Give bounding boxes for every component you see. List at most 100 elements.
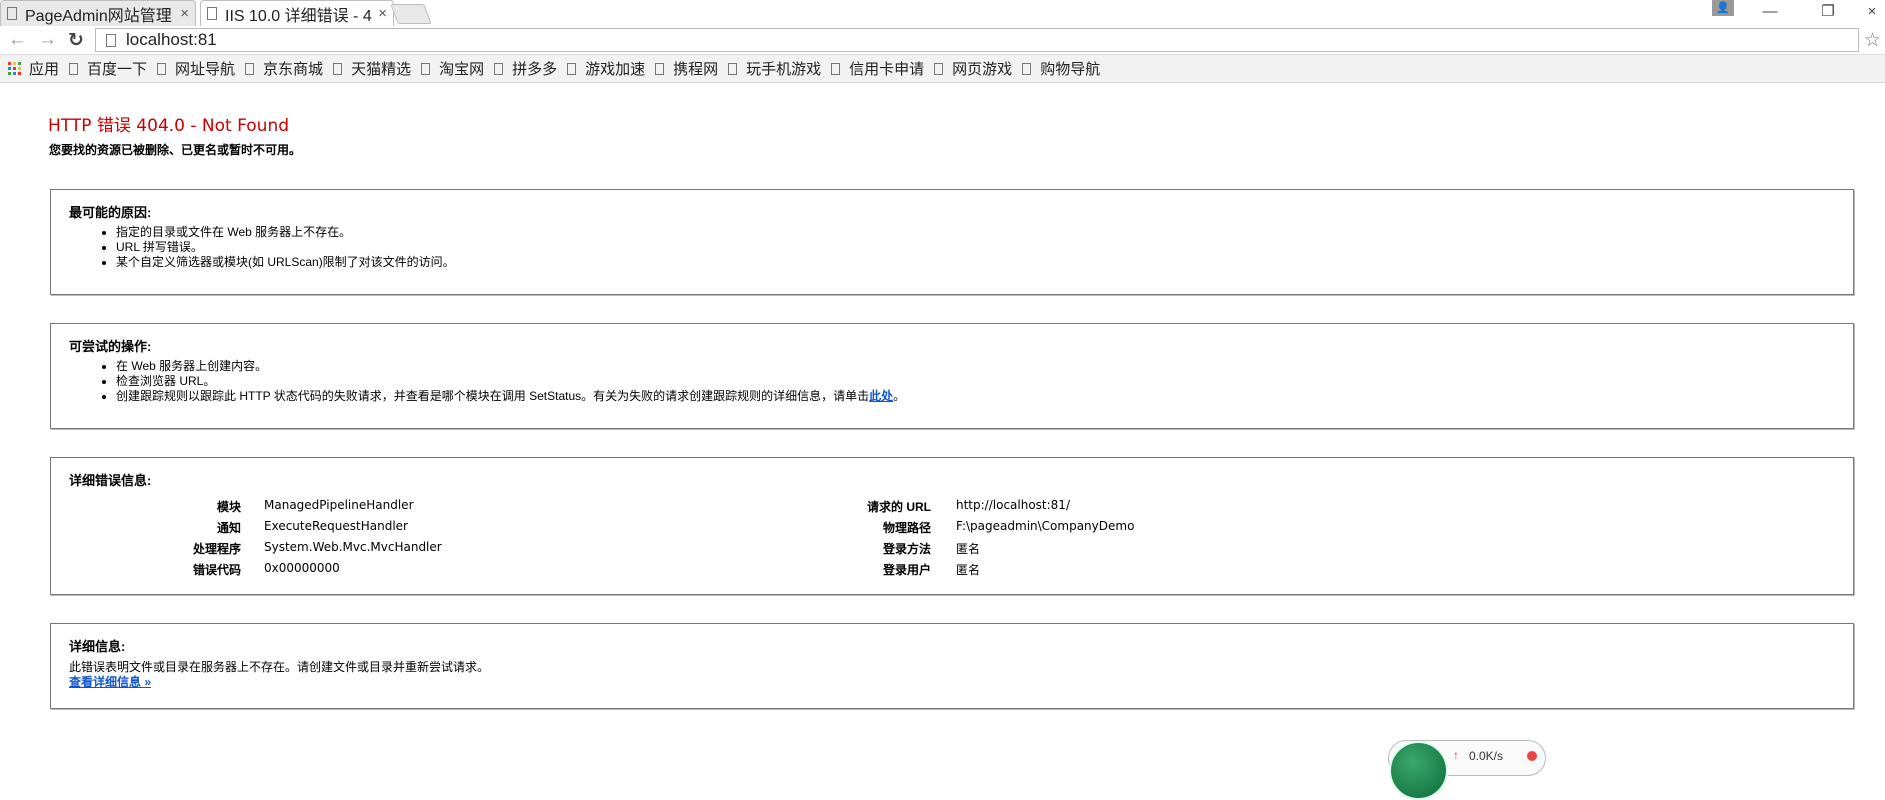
detail-value: System.Web.Mvc.MvcHandler — [264, 540, 442, 554]
bookmark-item[interactable]: 玩手机游戏 — [728, 58, 821, 79]
bookmark-item[interactable]: 携程网 — [655, 58, 718, 79]
page-icon — [728, 62, 738, 75]
more-info-box: 详细信息: 此错误表明文件或目录在服务器上不存在。请创建文件或目录并重新尝试请求… — [50, 623, 1854, 709]
bookmark-label: 京东商城 — [263, 61, 324, 78]
bookmark-item[interactable]: 购物导航 — [1022, 58, 1100, 79]
bookmark-label: 网页游戏 — [952, 61, 1013, 78]
bookmark-label: 应用 — [29, 61, 60, 78]
page-icon — [69, 62, 79, 75]
trace-rule-text: 创建跟踪规则以跟踪此 HTTP 状态代码的失败请求，并查看是哪个模块在调用 Se… — [116, 389, 870, 403]
speed-widget[interactable]: ↑ 0.0K/s — [1388, 740, 1546, 800]
detail-value: ManagedPipelineHandler — [264, 498, 414, 512]
list-item: 检查浏览器 URL。 — [116, 374, 905, 389]
page-icon — [934, 62, 944, 75]
detail-key: 模块 — [216, 500, 241, 514]
trace-rule-link[interactable]: 此处 — [869, 389, 893, 403]
list-item: 某个自定义筛选器或模块(如 URLScan)限制了对该文件的访问。 — [116, 255, 455, 270]
page-icon — [567, 62, 577, 75]
bookmark-label: 天猫精选 — [351, 61, 412, 78]
browser-toolbar: ← → ↻ localhost:81 ☆ — [0, 26, 1885, 55]
close-window-icon[interactable]: × — [1862, 0, 1882, 22]
bookmark-label: 淘宝网 — [439, 61, 485, 78]
bookmark-item[interactable]: 游戏加速 — [567, 58, 645, 79]
bookmark-label: 信用卡申请 — [849, 61, 925, 78]
speed-readout: 0.0K/s — [1469, 749, 1504, 763]
bookmark-label: 玩手机游戏 — [746, 61, 822, 78]
causes-heading: 最可能的原因: — [69, 205, 152, 220]
tab-label: IIS 10.0 详细错误 - 4 — [225, 7, 372, 25]
tab-strip: PageAdmin网站管理 × IIS 10.0 详细错误 - 4 × 👤 — … — [0, 0, 1885, 26]
detail-value: 匿名 — [956, 542, 981, 556]
view-more-info-link[interactable]: 查看详细信息 » — [69, 673, 151, 690]
details-box: 详细错误信息: 模块 ManagedPipelineHandler 通知 Exe… — [50, 457, 1854, 595]
back-arrow-icon[interactable]: ← — [8, 29, 27, 51]
detail-key: 错误代码 — [192, 563, 241, 577]
bookmark-item[interactable]: 信用卡申请 — [831, 58, 924, 79]
bookmark-item[interactable]: 百度一下 — [69, 58, 147, 79]
page-icon — [7, 7, 17, 20]
more-info-heading: 详细信息: — [69, 639, 126, 654]
bookmark-item[interactable]: 京东商城 — [245, 58, 323, 79]
detail-value: 0x00000000 — [264, 561, 340, 575]
page-icon — [157, 62, 167, 75]
close-tab-icon[interactable]: × — [180, 5, 189, 22]
bookmark-label: 购物导航 — [1040, 61, 1101, 78]
page-icon — [831, 62, 841, 75]
address-bar[interactable]: localhost:81 — [95, 28, 1859, 52]
address-url[interactable]: localhost:81 — [126, 30, 217, 50]
bookmark-label: 游戏加速 — [585, 61, 646, 78]
bookmark-label: 携程网 — [673, 61, 719, 78]
page-icon — [1022, 62, 1032, 75]
bookmark-star-icon[interactable]: ☆ — [1864, 29, 1881, 52]
actions-box: 可尝试的操作: 在 Web 服务器上创建内容。 检查浏览器 URL。 创建跟踪规… — [50, 323, 1854, 429]
page-info-icon[interactable] — [106, 33, 116, 47]
error-subtitle: 您要找的资源已被删除、已更名或暂时不可用。 — [49, 143, 302, 157]
causes-box: 最可能的原因: 指定的目录或文件在 Web 服务器上不存在。 URL 拼写错误。… — [50, 189, 1854, 295]
causes-list: 指定的目录或文件在 Web 服务器上不存在。 URL 拼写错误。 某个自定义筛选… — [96, 225, 455, 270]
list-item: 创建跟踪规则以跟踪此 HTTP 状态代码的失败请求，并查看是哪个模块在调用 Se… — [116, 389, 905, 404]
details-heading: 详细错误信息: — [69, 473, 152, 488]
tab-iis-error[interactable]: IIS 10.0 详细错误 - 4 × — [200, 0, 394, 26]
page-icon — [421, 62, 431, 75]
detail-key: 请求的 URL — [867, 500, 931, 514]
bookmark-label: 百度一下 — [87, 61, 148, 78]
bookmark-item[interactable]: 应用 — [0, 58, 59, 79]
page-icon — [207, 7, 217, 20]
page-content: HTTP 错误 404.0 - Not Found 您要找的资源已被删除、已更名… — [0, 83, 1885, 800]
bookmark-item[interactable]: 网页游戏 — [934, 58, 1012, 79]
apps-grid-icon — [8, 62, 21, 75]
speed-ball-icon[interactable] — [1389, 741, 1448, 800]
user-profile-icon[interactable]: 👤 — [1712, 0, 1734, 16]
reload-icon[interactable]: ↻ — [68, 29, 84, 52]
page-icon — [494, 62, 504, 75]
bookmark-item[interactable]: 淘宝网 — [421, 58, 484, 79]
tab-pageadmin[interactable]: PageAdmin网站管理 × — [0, 0, 196, 26]
detail-value: ExecuteRequestHandler — [264, 519, 408, 533]
bookmark-item[interactable]: 拼多多 — [494, 58, 557, 79]
close-tab-icon[interactable]: × — [378, 5, 387, 22]
bookmark-item[interactable]: 天猫精选 — [333, 58, 411, 79]
detail-key: 处理程序 — [192, 542, 241, 556]
new-tab-button[interactable] — [390, 4, 432, 24]
page-icon — [333, 62, 343, 75]
list-item: 指定的目录或文件在 Web 服务器上不存在。 — [116, 225, 455, 240]
detail-key: 通知 — [216, 521, 241, 535]
bookmark-item[interactable]: 网址导航 — [157, 58, 235, 79]
bookmark-label: 拼多多 — [512, 61, 558, 78]
bookmarks-bar: 应用 百度一下 网址导航 京东商城 天猫精选 淘宝网 拼多多 游戏加速 携程网 玩手机游戏 信用卡申… — [0, 55, 1885, 83]
detail-key: 登录方法 — [882, 542, 931, 556]
bookmark-label: 网址导航 — [175, 61, 236, 78]
restore-icon[interactable]: ❐ — [1818, 0, 1838, 22]
detail-value: 匿名 — [956, 563, 981, 577]
page-icon — [655, 62, 665, 75]
actions-heading: 可尝试的操作: — [69, 339, 152, 354]
trace-rule-end: 。 — [893, 389, 906, 403]
detail-key: 物理路径 — [882, 521, 931, 535]
list-item: URL 拼写错误。 — [116, 240, 455, 255]
minimize-icon[interactable]: — — [1760, 0, 1780, 22]
detail-value: http://localhost:81/ — [956, 498, 1070, 512]
list-item: 在 Web 服务器上创建内容。 — [116, 359, 905, 374]
forward-arrow-icon[interactable]: → — [38, 29, 57, 51]
page-icon — [245, 62, 255, 75]
detail-key: 登录用户 — [882, 563, 931, 577]
